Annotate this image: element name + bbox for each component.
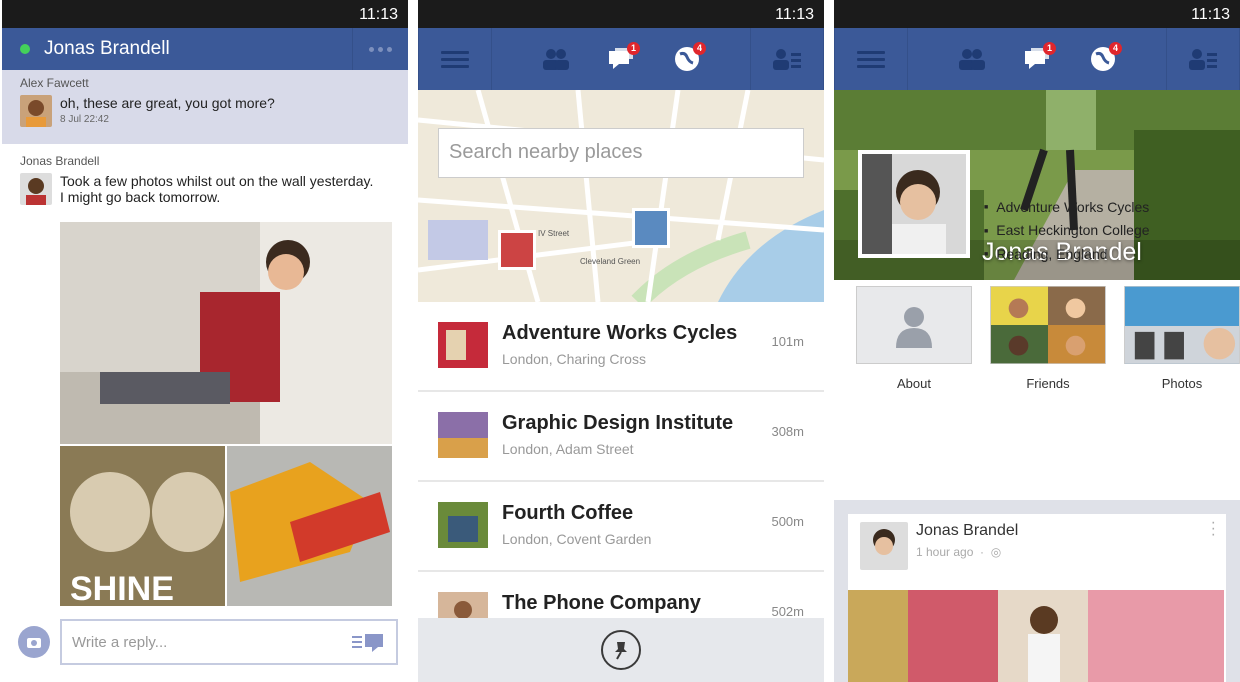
status-bar: 11:13 [2, 0, 408, 28]
place-address: London, Adam Street [502, 441, 634, 457]
notifications-icon[interactable]: 4 [670, 42, 706, 76]
more-options-icon[interactable] [352, 28, 408, 70]
profile-info-list: Adventure Works Cycles East Heckington C… [984, 196, 1150, 266]
reply-bar: Write a reply... [18, 617, 398, 667]
place-distance: 308m [771, 424, 804, 439]
photos-thumbnails [1125, 286, 1239, 364]
places-list: Adventure Works Cycles London, Charing Cr… [418, 302, 824, 662]
message-sender: Alex Fawcett [20, 76, 89, 90]
friends-list-icon[interactable] [750, 28, 824, 90]
post-card[interactable]: Jonas Brandel 1 hour ago · ◎ · · · [848, 514, 1226, 682]
places-screen: 11:13 1 4 IV Street Cleveland Green Sear… [418, 0, 824, 682]
place-thumbnail [438, 502, 488, 548]
place-name: Fourth Coffee [502, 502, 634, 524]
place-thumbnail [438, 322, 488, 368]
post-menu-icon[interactable]: · · · [1211, 515, 1216, 543]
list-item[interactable]: Adventure Works Cycles London, Charing Cr… [418, 302, 824, 392]
person-icon [896, 307, 932, 348]
search-nearby-input[interactable]: Search nearby places [438, 128, 804, 178]
status-time: 11:13 [1191, 6, 1230, 23]
place-address: London, Covent Garden [502, 531, 652, 547]
avatar [20, 173, 52, 205]
message-item: Jonas Brandell Took a few photos whilst … [2, 144, 408, 215]
tile-photos[interactable]: Photos [1124, 286, 1240, 391]
post-time: 1 hour ago [916, 545, 974, 559]
message-text-line2: I might go back tomorrow. [60, 189, 221, 205]
map-graphic: IV Street Cleveland Green [418, 90, 824, 302]
message-text-line1: Took a few photos whilst out on the wall… [60, 173, 374, 189]
map-label-green: Cleveland Green [580, 257, 640, 266]
place-distance: 502m [771, 604, 804, 619]
place-thumbnail [438, 412, 488, 458]
news-feed: Jonas Brandel 1 hour ago · ◎ · · · [834, 500, 1240, 682]
info-education: East Heckington College [984, 219, 1149, 242]
message-text: oh, these are great, you got more? [60, 95, 275, 111]
messages-icon[interactable]: 1 [604, 42, 640, 76]
message-item: Alex Fawcett oh, these are great, you go… [2, 70, 408, 144]
tile-about[interactable]: About [856, 286, 972, 391]
search-placeholder: Search nearby places [449, 141, 643, 163]
place-name: The Phone Company [502, 592, 701, 614]
map-view[interactable]: IV Street Cleveland Green Search nearby … [418, 90, 824, 302]
messages-badge: 1 [626, 42, 640, 55]
friend-requests-icon[interactable] [538, 42, 572, 76]
top-nav-bar: 1 4 [834, 28, 1240, 90]
friend-requests-icon[interactable] [954, 42, 988, 76]
message-time: 8 Jul 22:42 [60, 114, 109, 125]
tile-label: Friends [1026, 376, 1070, 391]
app-bar [418, 618, 824, 682]
status-time: 11:13 [775, 6, 814, 23]
post-photo[interactable] [848, 590, 1224, 682]
notifications-badge: 4 [692, 42, 706, 55]
notifications-icon[interactable]: 4 [1086, 42, 1122, 76]
online-indicator [20, 44, 30, 54]
globe-icon: ◎ [990, 545, 1002, 559]
tile-label: About [897, 376, 931, 391]
tile-friends[interactable]: Friends [990, 286, 1106, 391]
place-distance: 101m [771, 334, 804, 349]
status-bar: 11:13 [418, 0, 824, 28]
place-distance: 500m [771, 514, 804, 529]
list-item[interactable]: Fourth Coffee London, Covent Garden 500m [418, 482, 824, 572]
chat-header: Jonas Brandell [2, 28, 408, 70]
info-location: Reading, England [984, 243, 1150, 266]
profile-tiles: About Friends Photos [834, 286, 1240, 391]
status-bar: 11:13 [834, 0, 1240, 28]
avatar [20, 95, 52, 127]
status-time: 11:13 [359, 6, 398, 23]
tile-label: Photos [1161, 376, 1203, 391]
pin-icon[interactable] [601, 630, 641, 670]
photo-caption: SHINE [70, 570, 174, 606]
camera-icon[interactable] [18, 626, 50, 658]
reply-placeholder: Write a reply... [72, 633, 168, 651]
list-item[interactable]: Graphic Design Institute London, Adam Str… [418, 392, 824, 482]
notifications-badge: 4 [1108, 42, 1122, 55]
profile-screen: 11:13 1 4 Jonas Brandel Adventure Works … [834, 0, 1240, 682]
menu-icon[interactable] [834, 28, 908, 90]
reply-input[interactable]: Write a reply... [60, 619, 398, 665]
shared-photos[interactable]: SHINE [60, 222, 392, 606]
place-name: Adventure Works Cycles [502, 322, 738, 344]
place-address: London, Charing Cross [502, 351, 646, 367]
chat-screen: 11:13 Jonas Brandell Alex Fawcett oh, th… [2, 0, 408, 682]
chat-contact-name: Jonas Brandell [44, 38, 170, 59]
place-name: Graphic Design Institute [502, 412, 734, 434]
post-author: Jonas Brandel [916, 522, 1019, 539]
messages-badge: 1 [1042, 42, 1056, 55]
top-nav-bar: 1 4 [418, 28, 824, 90]
map-label-street: IV Street [538, 229, 570, 238]
send-icon[interactable] [352, 632, 386, 652]
avatar [860, 522, 908, 570]
messages-icon[interactable]: 1 [1020, 42, 1056, 76]
friends-list-icon[interactable] [1166, 28, 1240, 90]
profile-picture[interactable] [858, 150, 970, 258]
info-work: Adventure Works Cycles [984, 196, 1150, 219]
message-sender: Jonas Brandell [20, 154, 100, 168]
menu-icon[interactable] [418, 28, 492, 90]
friends-thumbnails [991, 286, 1105, 364]
